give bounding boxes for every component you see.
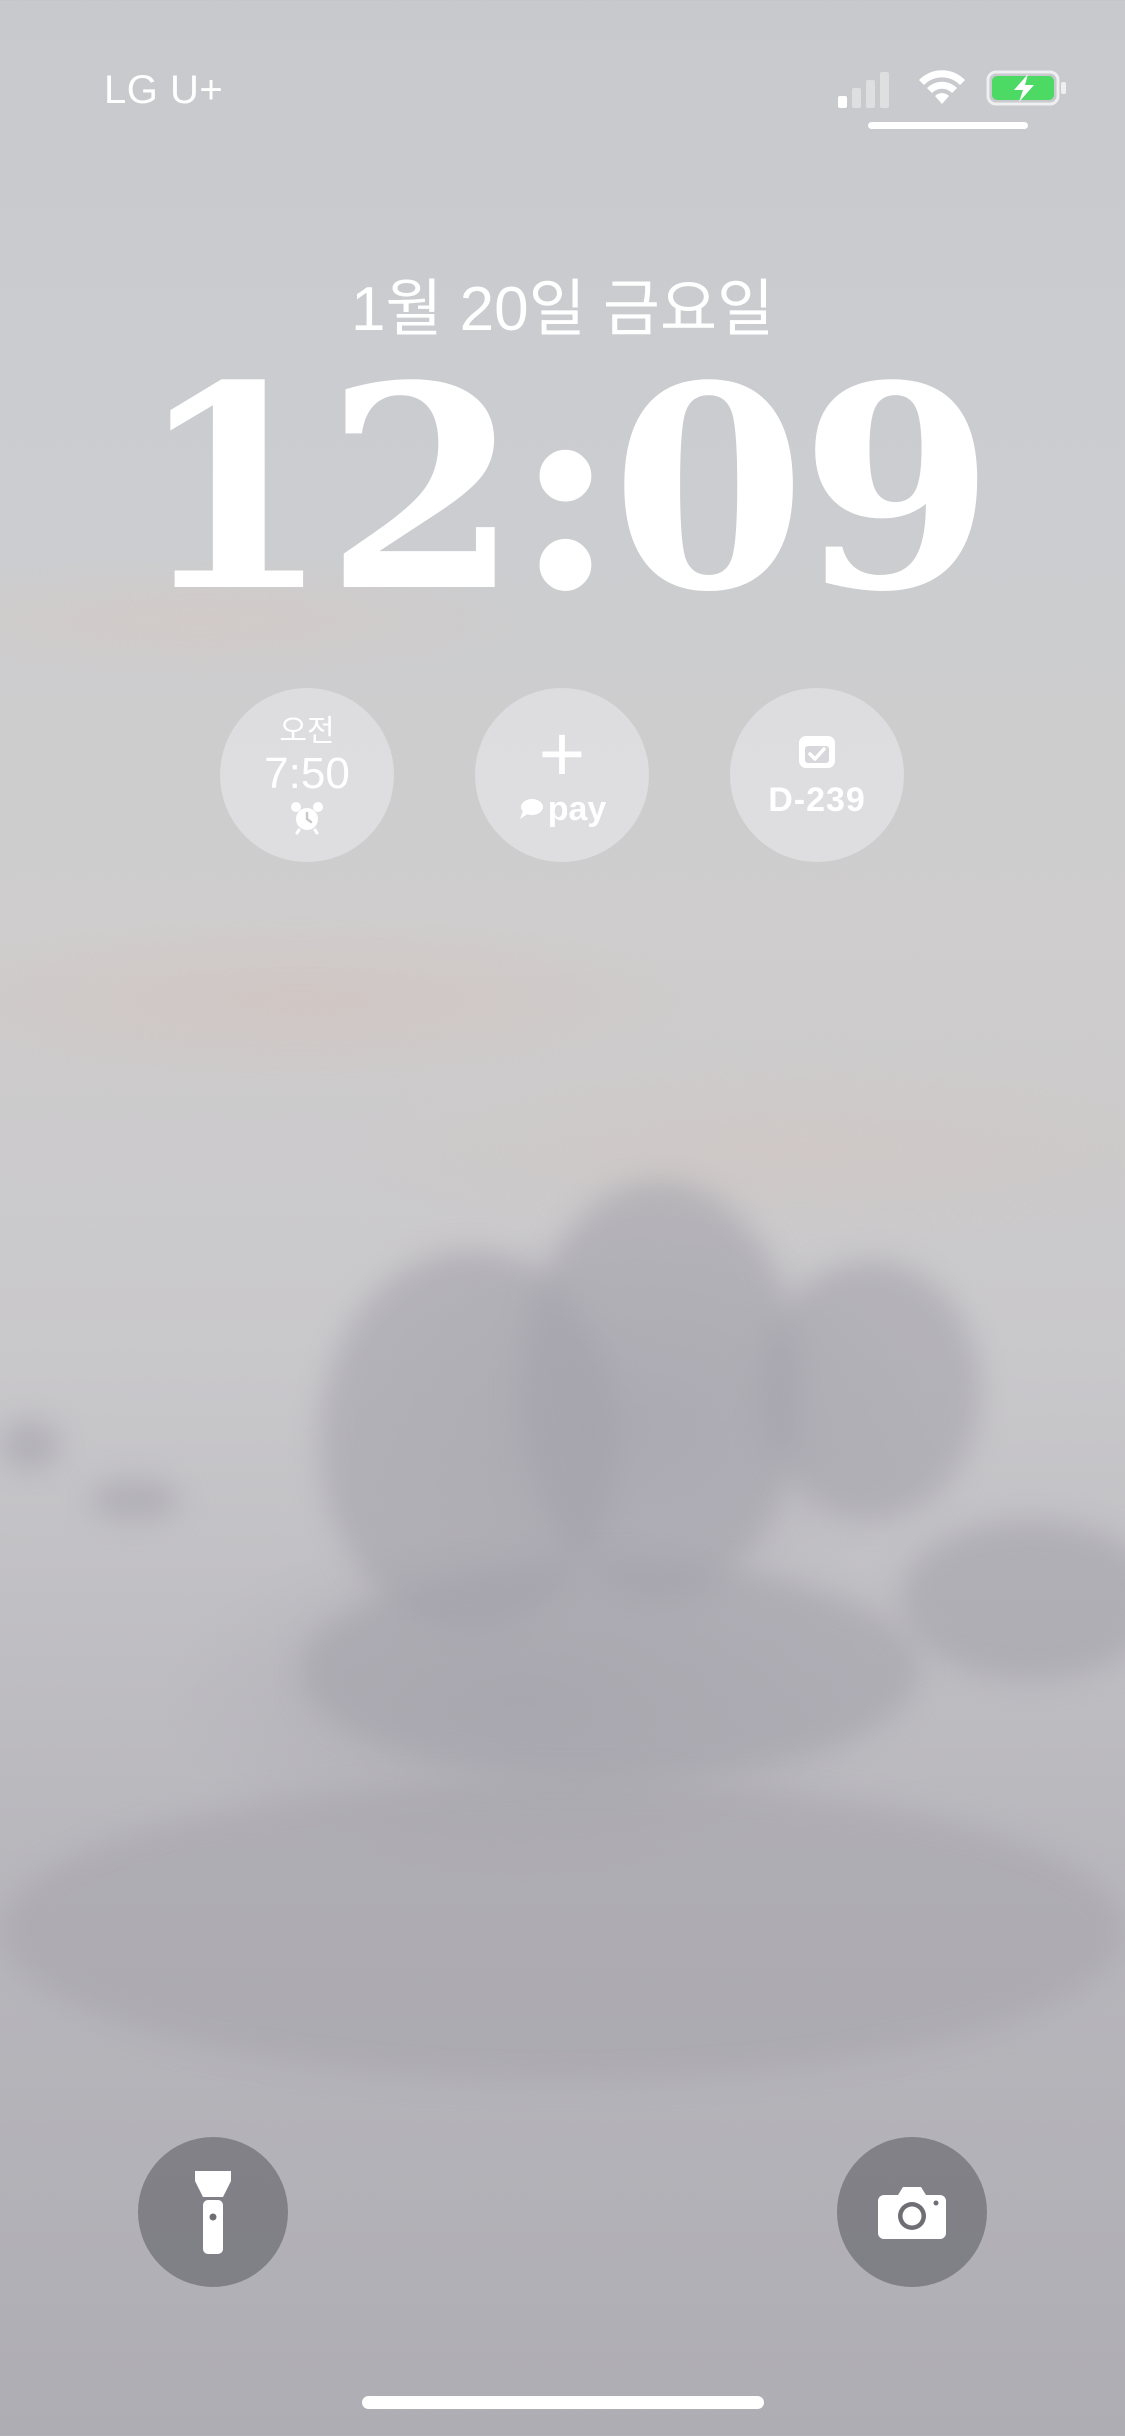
wifi-icon [919,70,965,104]
calendar-check-icon [799,735,835,768]
speech-bubble-icon [519,799,543,819]
camera-icon [878,2187,946,2239]
status-underline [868,122,1028,129]
status-bar: LG U+ [0,0,1125,140]
alarm-time: 7:50 [264,749,350,798]
flashlight-icon [195,2171,231,2254]
dday-widget[interactable]: D-239 [730,688,904,862]
lock-time[interactable]: 12:09 [0,340,1125,640]
pay-label: pay [547,789,607,828]
alarm-ampm: 오전 [279,715,335,748]
pay-widget[interactable]: + pay [475,688,649,862]
home-indicator[interactable] [362,2396,764,2409]
alarm-clock-icon [291,802,323,835]
dday-label: D-239 [768,780,866,819]
camera-button[interactable] [837,2137,987,2287]
flashlight-button[interactable] [138,2137,288,2287]
carrier-label: LG U+ [104,68,224,112]
pay-row: pay [518,789,607,829]
plus-icon: + [538,708,586,798]
battery-charging-icon [986,70,1066,106]
alarm-widget[interactable]: 오전 7:50 [220,688,394,862]
cellular-signal-icon [838,68,889,108]
